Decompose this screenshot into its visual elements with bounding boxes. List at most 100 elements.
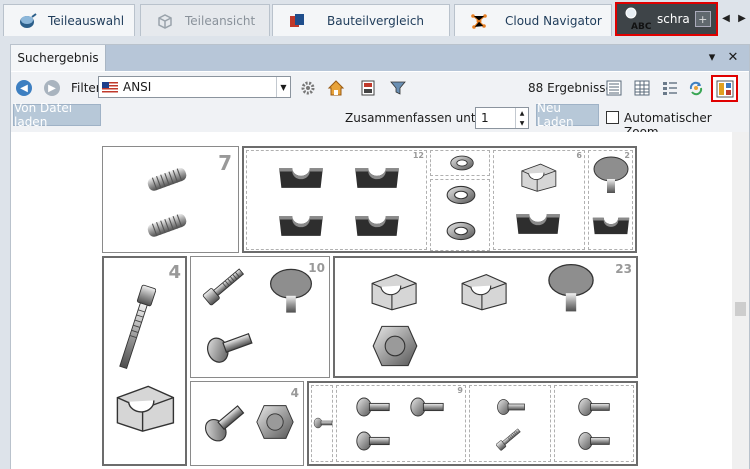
set-screw-part-icon[interactable] [143,205,193,245]
screw-part-icon[interactable] [199,402,249,442]
result-group[interactable]: 4 [102,256,187,466]
hex-nut-part-icon[interactable] [371,322,419,370]
hex-bolt-part-icon[interactable] [496,428,526,454]
tab-bauteilvergleich[interactable]: Bauteilvergleich [272,4,450,36]
screw-part-icon[interactable] [201,325,257,365]
tab-label: Cloud Navigator [505,13,602,28]
square-nut-part-icon[interactable] [255,402,295,442]
result-subgroup[interactable] [430,179,490,251]
result-group[interactable]: 12 6 2 [242,146,637,253]
vertical-scrollbar[interactable] [732,132,749,469]
list-view-icon[interactable] [605,79,623,97]
tab-label: Teileauswahl [48,13,125,28]
result-subgroup[interactable]: 2 [588,150,633,250]
tab-teileansicht[interactable]: Teileansicht [140,4,270,36]
cap-screw-part-icon[interactable] [116,283,156,373]
block-part-icon[interactable] [365,268,421,312]
grouped-view-icon[interactable] [711,75,738,102]
screw-part-icon[interactable] [577,428,611,454]
tab-scroll-right-icon[interactable]: ▶ [736,8,748,28]
result-subgroup[interactable] [554,385,634,462]
screw-part-icon[interactable] [313,416,333,430]
text-search-icon: ABC [623,5,653,33]
compare-icon [287,11,307,31]
filter-select[interactable]: ANSI ▼ [98,76,291,98]
load-from-file-button[interactable]: Von Datei laden [13,101,101,129]
carriage-bolt-part-icon[interactable] [355,394,391,420]
back-icon[interactable]: ◀ [15,79,33,97]
group-count: 4 [290,386,299,400]
result-subgroup[interactable] [430,150,490,176]
filter-funnel-icon[interactable] [389,79,407,97]
saddle-part-icon[interactable] [514,207,562,241]
result-subgroup[interactable]: 9 [336,385,466,462]
chevron-down-icon[interactable]: ▼ [276,77,290,97]
us-flag-icon [102,81,118,93]
washer-part-icon[interactable] [445,184,477,206]
forward-icon[interactable]: ▶ [43,79,61,97]
filter-value: ANSI [123,80,152,94]
catalog-icon [18,11,38,31]
result-group[interactable]: 9 [307,381,638,466]
screw-part-icon[interactable] [355,428,391,454]
result-group[interactable]: 10 [190,256,330,378]
reload-button[interactable]: Neu Laden [536,101,599,129]
tab-teileauswahl[interactable]: Teileauswahl [3,4,135,36]
group-count: 9 [457,386,463,395]
carriage-bolt-part-icon[interactable] [266,267,316,315]
refresh-icon[interactable] [687,79,705,97]
filter-toolbar: ◀ ▶ Filter: ANSI ▼ 88 Ergebnisse [11,72,749,104]
result-group[interactable]: 7 [102,146,239,253]
set-screw-part-icon[interactable] [143,159,193,199]
cloud-navigator-icon [469,11,489,31]
scrollbar-thumb[interactable] [735,302,746,316]
washer-part-icon[interactable] [445,220,477,242]
merge-label: Zusammenfassen unter: [345,111,492,125]
abc-label: ABC [631,22,652,32]
merge-value: 1 [481,111,489,125]
tab-cloud-navigator[interactable]: Cloud Navigator [454,4,612,36]
group-count: 7 [218,151,232,175]
options-toolbar: Von Datei laden Zusammenfassen unter: 1 … [11,101,749,139]
block-part-icon[interactable] [455,268,511,312]
bolt-part-icon[interactable] [201,267,251,307]
screw-part-icon[interactable] [409,394,445,420]
result-subgroup[interactable]: 6 [493,150,585,250]
hex-bolt-part-icon[interactable] [496,394,526,420]
result-subgroup[interactable] [311,385,333,462]
result-subgroup[interactable]: 12 [246,150,427,250]
auto-zoom-checkbox[interactable] [606,111,619,124]
panel-title-tab[interactable]: Suchergebnis [11,45,106,71]
main-tab-strip: Teileauswahl Teileansicht Bauteilverglei… [0,0,750,40]
group-count: 4 [168,262,181,283]
block-part-icon[interactable] [514,159,562,193]
saddle-part-icon[interactable] [277,209,325,241]
washer-part-icon[interactable] [449,153,475,173]
saddle-part-icon[interactable] [353,209,401,241]
saddle-part-icon[interactable] [353,161,401,193]
screw-part-icon[interactable] [577,394,611,420]
stepper-arrows[interactable]: ▲ ▼ [515,108,528,128]
tab-scroll-left-icon[interactable]: ◀ [720,8,732,28]
saddle-part-icon[interactable] [591,211,631,239]
result-subgroup[interactable] [469,385,551,462]
table-view-icon[interactable] [633,79,651,97]
carriage-bolt-part-icon[interactable] [591,155,631,195]
search-result-tab[interactable]: ABC schra + [615,2,718,36]
settings-gear-icon[interactable] [299,79,317,97]
block-part-icon[interactable] [108,378,180,434]
add-tab-button[interactable]: + [694,11,711,27]
panel-header: Suchergebnis ▾ ✕ [11,45,749,71]
part-view-icon [155,11,175,31]
save-list-icon[interactable] [359,79,377,97]
result-group[interactable]: 23 [333,256,638,378]
home-star-icon[interactable] [327,79,345,97]
panel-close-icon[interactable]: ✕ [724,48,742,66]
merge-stepper[interactable]: 1 ▲ ▼ [475,107,529,129]
saddle-part-icon[interactable] [277,161,325,193]
detail-view-icon[interactable] [661,79,679,97]
result-group[interactable]: 4 [190,381,304,466]
group-count: 23 [615,262,632,276]
panel-menu-icon[interactable]: ▾ [703,48,721,66]
carriage-bolt-part-icon[interactable] [545,262,597,314]
